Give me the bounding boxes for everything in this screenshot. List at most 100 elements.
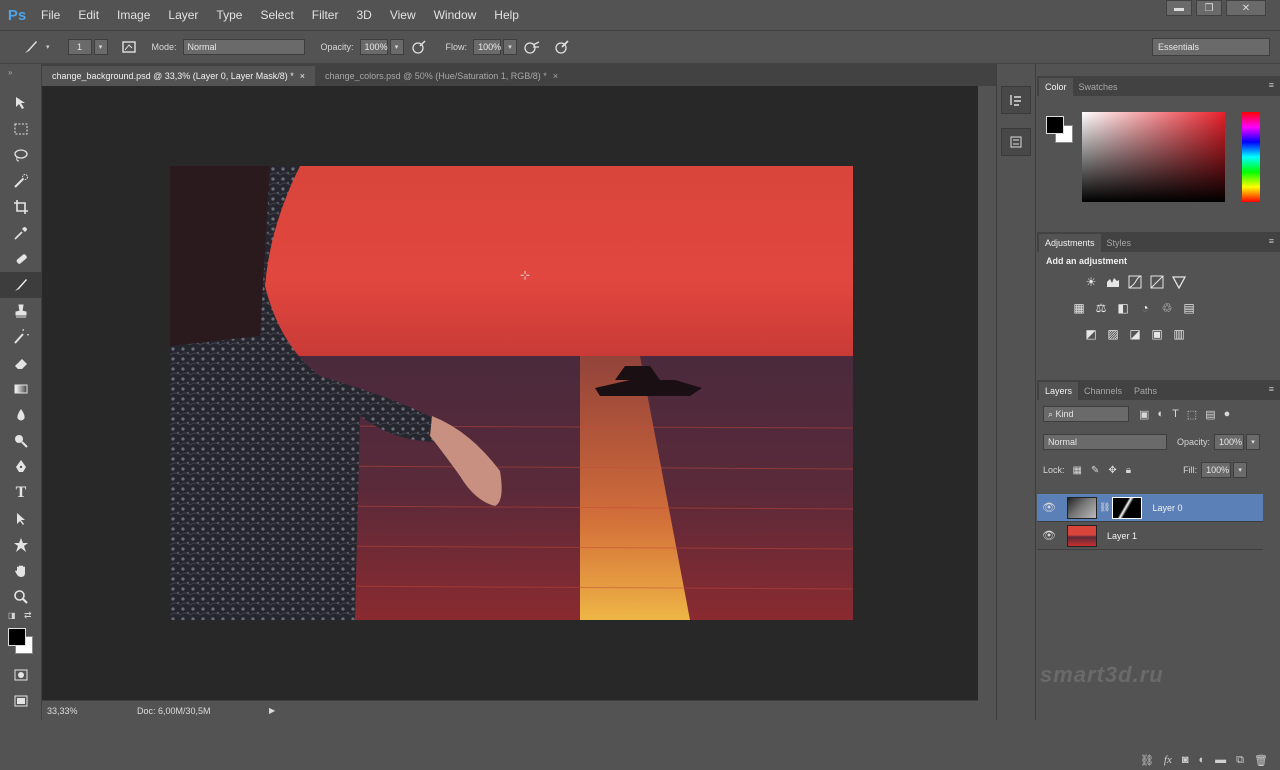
- custom-shape-tool-icon[interactable]: [0, 532, 42, 558]
- tab-change-colors[interactable]: change_colors.psd @ 50% (Hue/Saturation …: [315, 66, 568, 86]
- zoom-level[interactable]: 33,33%: [47, 706, 117, 716]
- flow-chevron-icon[interactable]: ▾: [503, 39, 518, 55]
- swap-colors-icon[interactable]: ⇄: [24, 610, 32, 621]
- link-layers-icon[interactable]: ⛓: [1140, 754, 1154, 767]
- layer-style-icon[interactable]: fx: [1164, 754, 1172, 766]
- layer-name[interactable]: Layer 1: [1107, 531, 1137, 541]
- filter-shape-icon[interactable]: ⬚: [1187, 408, 1197, 421]
- filter-adjustment-icon[interactable]: ◐: [1157, 408, 1164, 421]
- lasso-tool-icon[interactable]: [0, 142, 42, 168]
- tab-swatches[interactable]: Swatches: [1073, 78, 1124, 96]
- filter-toggle-icon[interactable]: ●: [1224, 408, 1231, 421]
- hand-tool-icon[interactable]: [0, 558, 42, 584]
- close-button[interactable]: ✕: [1226, 0, 1266, 16]
- lock-position-icon[interactable]: ✥: [1108, 465, 1116, 476]
- channel-mixer-icon[interactable]: ♲: [1159, 300, 1175, 316]
- layer-filter-kind[interactable]: ⌕ Kind: [1043, 406, 1129, 422]
- mask-link-icon[interactable]: ⛓: [1099, 502, 1110, 513]
- history-brush-tool-icon[interactable]: [0, 324, 42, 350]
- color-spectrum[interactable]: [1082, 112, 1225, 202]
- layer-row-layer-0[interactable]: 👁︎ ⛓ Layer 0: [1037, 494, 1263, 522]
- filter-pixel-icon[interactable]: ▣: [1139, 408, 1149, 421]
- gradient-map-icon[interactable]: ▣: [1149, 326, 1165, 342]
- move-tool-icon[interactable]: [0, 90, 42, 116]
- fill-field[interactable]: 100%: [1201, 462, 1232, 478]
- pen-tool-icon[interactable]: [0, 454, 42, 480]
- new-adjustment-layer-icon[interactable]: ◐: [1199, 754, 1206, 766]
- dodge-tool-icon[interactable]: [0, 428, 42, 454]
- foreground-color-swatch[interactable]: [8, 628, 26, 646]
- tab-paths[interactable]: Paths: [1128, 382, 1163, 400]
- lock-transparent-icon[interactable]: ▦: [1073, 465, 1082, 476]
- menu-3d[interactable]: 3D: [347, 0, 380, 30]
- photo-filter-icon[interactable]: ◔: [1137, 300, 1153, 316]
- color-balance-icon[interactable]: ⚖: [1093, 300, 1109, 316]
- tab-change-background[interactable]: change_background.psd @ 33,3% (Layer 0, …: [42, 66, 316, 86]
- tab-channels[interactable]: Channels: [1078, 382, 1128, 400]
- properties-panel-icon[interactable]: [1001, 128, 1031, 156]
- type-tool-icon[interactable]: T: [0, 480, 42, 506]
- filter-type-icon[interactable]: T: [1172, 408, 1179, 421]
- curves-icon[interactable]: [1127, 274, 1143, 290]
- document-canvas[interactable]: [170, 166, 853, 620]
- menu-filter[interactable]: Filter: [303, 0, 348, 30]
- layer-name[interactable]: Layer 0: [1152, 503, 1182, 513]
- eyedropper-tool-icon[interactable]: [0, 220, 42, 246]
- screen-mode-icon[interactable]: [0, 688, 42, 714]
- visibility-eye-icon[interactable]: 👁︎: [1037, 529, 1061, 542]
- posterize-icon[interactable]: ▨: [1105, 326, 1121, 342]
- tab-color[interactable]: Color: [1039, 78, 1073, 96]
- opacity-field[interactable]: 100%: [359, 39, 388, 55]
- menu-select[interactable]: Select: [251, 0, 302, 30]
- menu-window[interactable]: Window: [425, 0, 486, 30]
- new-layer-icon[interactable]: ⧉: [1236, 754, 1244, 767]
- visibility-eye-icon[interactable]: 👁︎: [1037, 501, 1061, 514]
- crop-tool-icon[interactable]: [0, 194, 42, 220]
- threshold-icon[interactable]: ◪: [1127, 326, 1143, 342]
- brightness-contrast-icon[interactable]: ☀: [1083, 274, 1099, 290]
- flow-field[interactable]: 100%: [473, 39, 501, 55]
- opacity-chevron-icon[interactable]: ▾: [1246, 434, 1261, 450]
- menu-view[interactable]: View: [381, 0, 425, 30]
- brush-tool-icon[interactable]: [0, 272, 42, 298]
- history-panel-icon[interactable]: [1001, 86, 1031, 114]
- menu-file[interactable]: File: [32, 0, 69, 30]
- foreground-color-swatch[interactable]: [1046, 116, 1064, 134]
- add-mask-icon[interactable]: ◙: [1182, 754, 1189, 766]
- vibrance-icon[interactable]: [1171, 274, 1187, 290]
- blur-tool-icon[interactable]: [0, 402, 42, 428]
- tool-preset-chevron-icon[interactable]: ▾: [46, 43, 50, 51]
- eraser-tool-icon[interactable]: [0, 350, 42, 376]
- filter-smart-object-icon[interactable]: ▤: [1205, 408, 1215, 421]
- airbrush-icon[interactable]: [521, 36, 543, 58]
- brush-size-picker[interactable]: 1: [67, 39, 92, 55]
- restore-button[interactable]: ❐: [1196, 0, 1222, 16]
- panel-menu-icon[interactable]: ≡: [1269, 236, 1274, 246]
- selective-color-icon[interactable]: ▥: [1171, 326, 1187, 342]
- tab-adjustments[interactable]: Adjustments: [1039, 234, 1101, 252]
- fill-chevron-icon[interactable]: ▾: [1233, 462, 1248, 478]
- menu-image[interactable]: Image: [108, 0, 159, 30]
- menu-type[interactable]: Type: [207, 0, 251, 30]
- brush-size-chevron-icon[interactable]: ▾: [93, 39, 108, 55]
- delete-layer-icon[interactable]: 🗑︎: [1254, 754, 1268, 767]
- pressure-size-icon[interactable]: [551, 36, 573, 58]
- layer-opacity-field[interactable]: 100%: [1214, 434, 1245, 450]
- panel-menu-icon[interactable]: ≡: [1269, 384, 1274, 394]
- invert-icon[interactable]: ◩: [1083, 326, 1099, 342]
- tab-styles[interactable]: Styles: [1101, 234, 1138, 252]
- lock-pixels-icon[interactable]: ✎: [1091, 465, 1099, 476]
- healing-brush-tool-icon[interactable]: [0, 246, 42, 272]
- marquee-tool-icon[interactable]: [0, 116, 42, 142]
- gradient-tool-icon[interactable]: [0, 376, 42, 402]
- layer-mask-thumbnail[interactable]: [1112, 496, 1143, 519]
- mode-select[interactable]: Normal: [182, 39, 305, 55]
- layer-row-layer-1[interactable]: 👁︎ Layer 1: [1037, 522, 1263, 550]
- workspace-select[interactable]: Essentials: [1152, 38, 1270, 56]
- exposure-icon[interactable]: [1149, 274, 1165, 290]
- brush-panel-icon[interactable]: [118, 36, 140, 58]
- menu-help[interactable]: Help: [485, 0, 528, 30]
- canvas-area[interactable]: ⊹: [42, 86, 978, 700]
- levels-icon[interactable]: [1105, 274, 1121, 290]
- blend-mode-select[interactable]: Normal: [1043, 434, 1167, 450]
